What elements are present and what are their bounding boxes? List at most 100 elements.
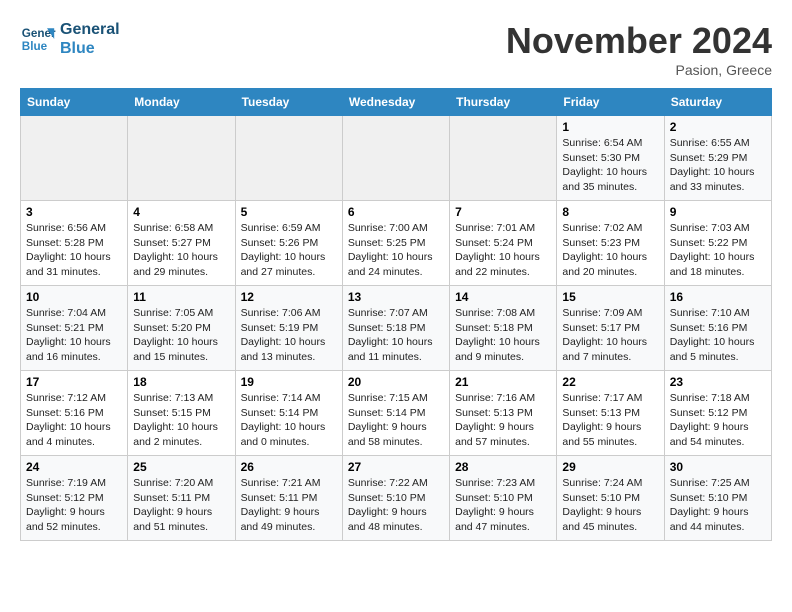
- calendar-table: SundayMondayTuesdayWednesdayThursdayFrid…: [20, 88, 772, 541]
- calendar-cell: 6 Sunrise: 7:00 AMSunset: 5:25 PMDaylight…: [342, 201, 449, 286]
- calendar-cell: 25Sunrise: 7:20 AMSunset: 5:11 PMDayligh…: [128, 456, 235, 541]
- calendar-cell: 27 Sunrise: 7:22 AMSunset: 5:10 PMDayligh…: [342, 456, 449, 541]
- day-info: Sunrise: 7:24 AMSunset: 5:10 PMDaylight:…: [562, 476, 658, 535]
- day-info: Sunrise: 7:18 AMSunset: 5:12 PMDaylight:…: [670, 391, 766, 450]
- calendar-cell: 12 Sunrise: 7:06 AMSunset: 5:19 PMDayligh…: [235, 286, 342, 371]
- calendar-cell: [235, 116, 342, 201]
- day-of-week-header: Sunday: [21, 89, 128, 116]
- calendar-cell: [342, 116, 449, 201]
- calendar-cell: 16Sunrise: 7:10 AMSunset: 5:16 PMDayligh…: [664, 286, 771, 371]
- day-info: Sunrise: 7:02 AMSunset: 5:23 PMDaylight:…: [562, 221, 658, 280]
- day-number: 9: [670, 205, 766, 219]
- calendar-cell: 11 Sunrise: 7:05 AMSunset: 5:20 PMDayligh…: [128, 286, 235, 371]
- day-info: Sunrise: 7:03 AMSunset: 5:22 PMDaylight:…: [670, 221, 766, 280]
- day-info: Sunrise: 7:01 AMSunset: 5:24 PMDaylight:…: [455, 221, 551, 280]
- calendar-header: SundayMondayTuesdayWednesdayThursdayFrid…: [21, 89, 772, 116]
- calendar-cell: 29 Sunrise: 7:24 AMSunset: 5:10 PMDayligh…: [557, 456, 664, 541]
- day-of-week-header: Friday: [557, 89, 664, 116]
- logo-line1: General: [60, 20, 120, 39]
- day-info: Sunrise: 7:25 AMSunset: 5:10 PMDaylight:…: [670, 476, 766, 535]
- day-of-week-header: Tuesday: [235, 89, 342, 116]
- day-info: Sunrise: 7:15 AMSunset: 5:14 PMDaylight:…: [348, 391, 444, 450]
- day-of-week-header: Wednesday: [342, 89, 449, 116]
- day-info: Sunrise: 7:09 AMSunset: 5:17 PMDaylight:…: [562, 306, 658, 365]
- day-number: 19: [241, 375, 337, 389]
- day-info: Sunrise: 7:23 AMSunset: 5:10 PMDaylight:…: [455, 476, 551, 535]
- calendar-cell: 7 Sunrise: 7:01 AMSunset: 5:24 PMDaylight…: [450, 201, 557, 286]
- calendar-cell: 8 Sunrise: 7:02 AMSunset: 5:23 PMDaylight…: [557, 201, 664, 286]
- day-info: Sunrise: 7:20 AMSunset: 5:11 PMDaylight:…: [133, 476, 229, 535]
- logo: General Blue General Blue: [20, 20, 120, 58]
- day-info: Sunrise: 6:58 AMSunset: 5:27 PMDaylight:…: [133, 221, 229, 280]
- day-info: Sunrise: 7:22 AMSunset: 5:10 PMDaylight:…: [348, 476, 444, 535]
- day-of-week-header: Monday: [128, 89, 235, 116]
- calendar-cell: 18 Sunrise: 7:13 AMSunset: 5:15 PMDayligh…: [128, 371, 235, 456]
- calendar-week-row: 1Sunrise: 6:54 AMSunset: 5:30 PMDaylight…: [21, 116, 772, 201]
- calendar-week-row: 17 Sunrise: 7:12 AMSunset: 5:16 PMDayligh…: [21, 371, 772, 456]
- day-info: Sunrise: 7:04 AMSunset: 5:21 PMDaylight:…: [26, 306, 122, 365]
- calendar-week-row: 24 Sunrise: 7:19 AMSunset: 5:12 PMDayligh…: [21, 456, 772, 541]
- day-number: 18: [133, 375, 229, 389]
- day-of-week-header: Thursday: [450, 89, 557, 116]
- day-number: 12: [241, 290, 337, 304]
- day-number: 20: [348, 375, 444, 389]
- day-info: Sunrise: 7:21 AMSunset: 5:11 PMDaylight:…: [241, 476, 337, 535]
- day-number: 4: [133, 205, 229, 219]
- day-info: Sunrise: 7:16 AMSunset: 5:13 PMDaylight:…: [455, 391, 551, 450]
- day-info: Sunrise: 7:19 AMSunset: 5:12 PMDaylight:…: [26, 476, 122, 535]
- location: Pasion, Greece: [506, 62, 772, 78]
- day-info: Sunrise: 7:05 AMSunset: 5:20 PMDaylight:…: [133, 306, 229, 365]
- calendar-cell: 20 Sunrise: 7:15 AMSunset: 5:14 PMDayligh…: [342, 371, 449, 456]
- header: General Blue General Blue November 2024 …: [20, 20, 772, 78]
- day-number: 24: [26, 460, 122, 474]
- day-number: 10: [26, 290, 122, 304]
- day-number: 7: [455, 205, 551, 219]
- day-of-week-header: Saturday: [664, 89, 771, 116]
- svg-text:Blue: Blue: [22, 40, 48, 53]
- day-number: 15: [562, 290, 658, 304]
- calendar-cell: 23Sunrise: 7:18 AMSunset: 5:12 PMDayligh…: [664, 371, 771, 456]
- day-number: 8: [562, 205, 658, 219]
- calendar-cell: 22Sunrise: 7:17 AMSunset: 5:13 PMDayligh…: [557, 371, 664, 456]
- day-info: Sunrise: 7:13 AMSunset: 5:15 PMDaylight:…: [133, 391, 229, 450]
- day-number: 17: [26, 375, 122, 389]
- day-number: 3: [26, 205, 122, 219]
- logo-icon: General Blue: [20, 21, 56, 57]
- calendar-cell: 3 Sunrise: 6:56 AMSunset: 5:28 PMDaylight…: [21, 201, 128, 286]
- day-info: Sunrise: 7:06 AMSunset: 5:19 PMDaylight:…: [241, 306, 337, 365]
- day-info: Sunrise: 7:14 AMSunset: 5:14 PMDaylight:…: [241, 391, 337, 450]
- title-area: November 2024 Pasion, Greece: [506, 20, 772, 78]
- day-info: Sunrise: 7:17 AMSunset: 5:13 PMDaylight:…: [562, 391, 658, 450]
- calendar-cell: 9 Sunrise: 7:03 AMSunset: 5:22 PMDaylight…: [664, 201, 771, 286]
- calendar-cell: [128, 116, 235, 201]
- calendar-cell: 28Sunrise: 7:23 AMSunset: 5:10 PMDayligh…: [450, 456, 557, 541]
- day-number: 14: [455, 290, 551, 304]
- calendar-cell: 21 Sunrise: 7:16 AMSunset: 5:13 PMDayligh…: [450, 371, 557, 456]
- day-number: 27: [348, 460, 444, 474]
- day-number: 26: [241, 460, 337, 474]
- day-info: Sunrise: 6:59 AMSunset: 5:26 PMDaylight:…: [241, 221, 337, 280]
- day-number: 11: [133, 290, 229, 304]
- calendar-cell: 1Sunrise: 6:54 AMSunset: 5:30 PMDaylight…: [557, 116, 664, 201]
- day-info: Sunrise: 6:55 AMSunset: 5:29 PMDaylight:…: [670, 136, 766, 195]
- calendar-cell: [21, 116, 128, 201]
- day-number: 5: [241, 205, 337, 219]
- calendar-cell: 15 Sunrise: 7:09 AMSunset: 5:17 PMDayligh…: [557, 286, 664, 371]
- day-info: Sunrise: 7:12 AMSunset: 5:16 PMDaylight:…: [26, 391, 122, 450]
- logo-line2: Blue: [60, 39, 120, 58]
- day-number: 29: [562, 460, 658, 474]
- day-number: 16: [670, 290, 766, 304]
- calendar-cell: 14 Sunrise: 7:08 AMSunset: 5:18 PMDayligh…: [450, 286, 557, 371]
- calendar-cell: 17 Sunrise: 7:12 AMSunset: 5:16 PMDayligh…: [21, 371, 128, 456]
- day-info: Sunrise: 6:56 AMSunset: 5:28 PMDaylight:…: [26, 221, 122, 280]
- calendar-cell: [450, 116, 557, 201]
- calendar-cell: 30Sunrise: 7:25 AMSunset: 5:10 PMDayligh…: [664, 456, 771, 541]
- day-number: 21: [455, 375, 551, 389]
- calendar-cell: 13Sunrise: 7:07 AMSunset: 5:18 PMDayligh…: [342, 286, 449, 371]
- day-info: Sunrise: 7:07 AMSunset: 5:18 PMDaylight:…: [348, 306, 444, 365]
- day-number: 6: [348, 205, 444, 219]
- day-info: Sunrise: 7:00 AMSunset: 5:25 PMDaylight:…: [348, 221, 444, 280]
- day-number: 2: [670, 120, 766, 134]
- day-info: Sunrise: 7:08 AMSunset: 5:18 PMDaylight:…: [455, 306, 551, 365]
- day-number: 1: [562, 120, 658, 134]
